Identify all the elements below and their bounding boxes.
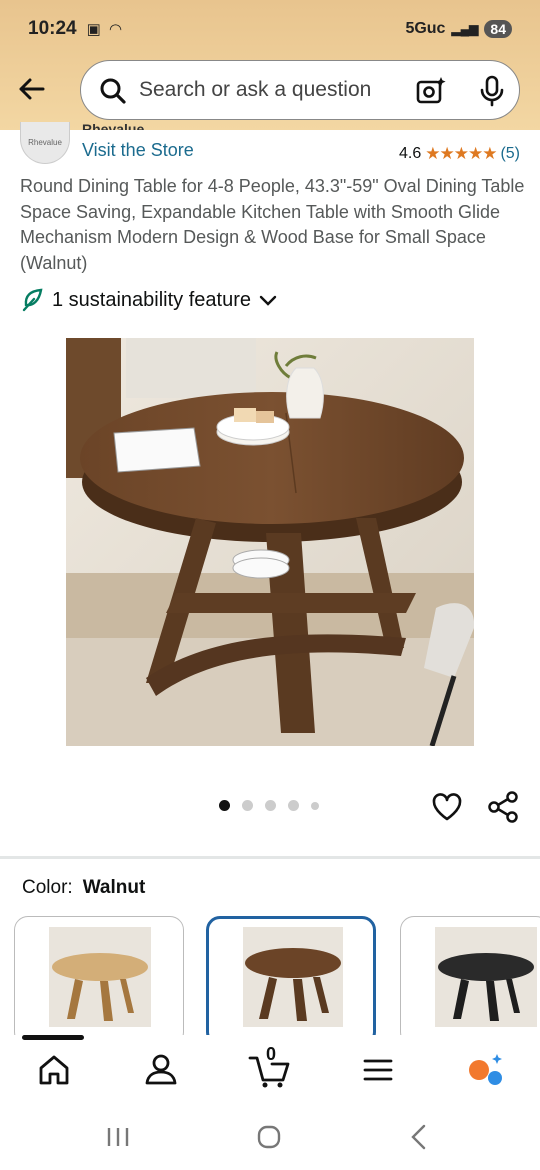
share-icon[interactable] (486, 790, 520, 824)
menu-icon[interactable] (358, 1050, 398, 1090)
color-swatch-natural[interactable] (14, 916, 184, 1046)
account-icon[interactable] (141, 1050, 181, 1090)
swatch-top (245, 948, 341, 978)
rating-count[interactable]: (5) (500, 145, 520, 163)
status-bar: 10:24 ▣ ◠ 5Guc ▂▄▆ 84 (28, 16, 512, 42)
notification-icons: ▣ ◠ (86, 21, 125, 38)
section-divider (0, 856, 540, 859)
pagination-dot[interactable] (288, 800, 299, 811)
star-rating-icon: ★★★★★ (425, 144, 497, 163)
color-label: Color: (22, 877, 73, 898)
rating-value: 4.6 (398, 145, 422, 162)
visit-store-link[interactable]: Visit the Store (82, 140, 194, 161)
home-circle-icon[interactable] (254, 1122, 284, 1152)
rufus-assistant-icon[interactable] (466, 1050, 506, 1090)
home-icon[interactable] (34, 1050, 74, 1090)
swatch-image (435, 927, 537, 1027)
swatch-top (52, 953, 148, 981)
sustainability-label: 1 sustainability feature (52, 288, 252, 311)
image-pagination (219, 800, 319, 811)
heart-icon[interactable] (431, 791, 463, 823)
network-label: 5Guc (405, 20, 446, 37)
pagination-dot[interactable] (242, 800, 253, 811)
product-image[interactable] (66, 338, 474, 746)
signal-icon: ▂▄▆ (451, 22, 479, 36)
selected-color: Walnut (82, 877, 146, 898)
sustainability-feature[interactable]: 1 sustainability feature (22, 288, 277, 312)
store-name: Rhevalue (82, 121, 145, 130)
chevron-down-icon (259, 295, 277, 306)
recent-apps-icon[interactable] (103, 1122, 133, 1152)
swatch-top (438, 953, 534, 981)
pagination-dot[interactable] (219, 800, 230, 811)
cart-count: 0 (266, 1044, 277, 1064)
color-swatch-black[interactable] (400, 916, 540, 1046)
rating-summary[interactable]: 4.6 ★★★★★ (5) (399, 144, 520, 164)
color-swatch-walnut[interactable] (206, 916, 376, 1046)
cart-button[interactable]: 0 (248, 1044, 292, 1090)
pagination-dot[interactable] (265, 800, 276, 811)
search-bar[interactable]: Search or ask a question (80, 60, 520, 120)
active-tab-indicator (22, 1035, 84, 1040)
search-input[interactable]: Search or ask a question (139, 78, 371, 102)
battery-badge: 84 (484, 20, 512, 38)
color-selector-label: Color: Walnut (22, 877, 145, 899)
system-back-icon[interactable] (405, 1122, 435, 1152)
swatch-image (243, 927, 343, 1027)
pagination-dot[interactable] (311, 801, 319, 810)
store-logo[interactable]: Rhevalue (20, 122, 70, 164)
back-arrow-icon[interactable] (16, 74, 46, 104)
swatch-image (49, 927, 151, 1027)
search-icon (100, 78, 126, 104)
leaf-icon (22, 288, 43, 312)
camera-scan-icon[interactable] (415, 75, 447, 107)
status-right: 5Guc ▂▄▆ 84 (405, 20, 512, 38)
status-time: 10:24 (28, 18, 77, 39)
microphone-icon[interactable] (479, 75, 505, 107)
product-title: Round Dining Table for 4-8 People, 43.3"… (20, 176, 525, 273)
